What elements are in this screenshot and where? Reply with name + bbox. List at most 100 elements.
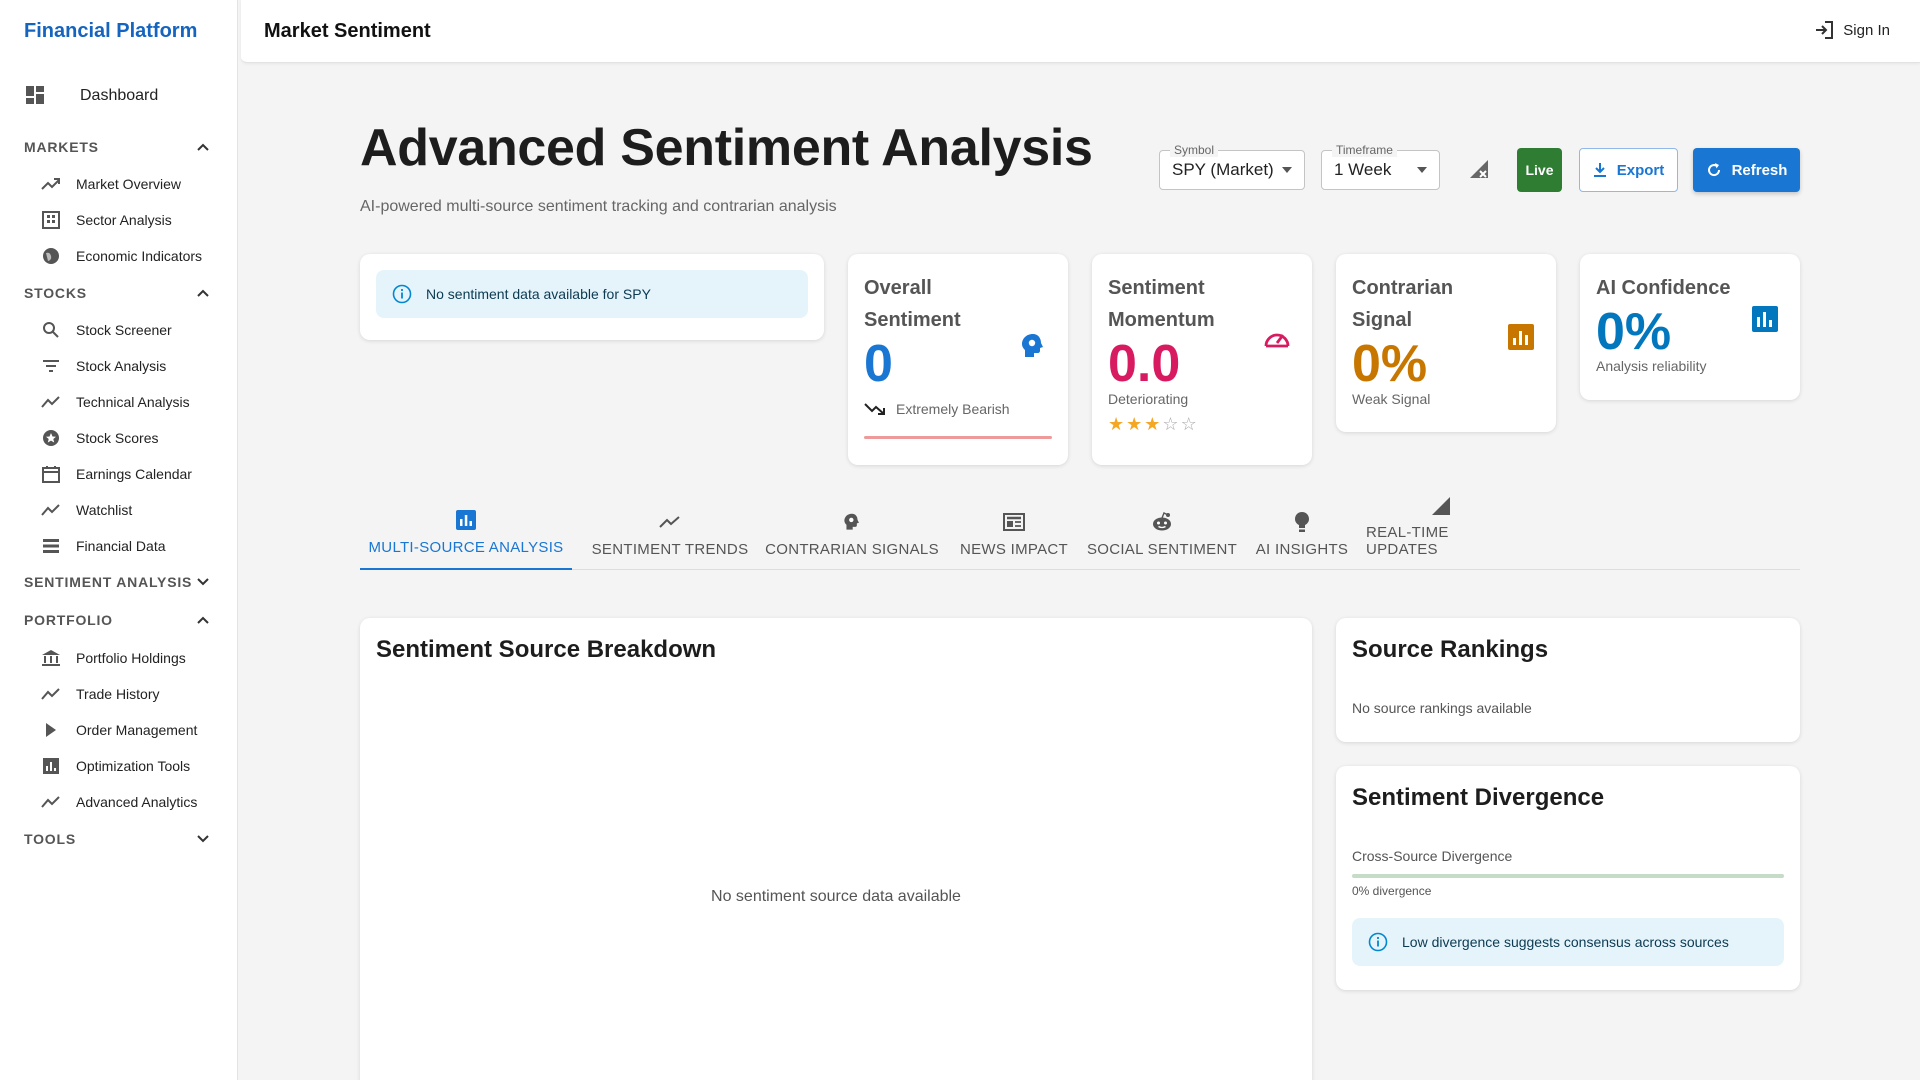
page-subtitle: AI-powered multi-source sentiment tracki… — [360, 198, 837, 215]
play-icon — [40, 719, 62, 741]
analysis-tabs: MULTI-SOURCE ANALYSIS SENTIMENT TRENDS C… — [360, 497, 1800, 570]
timeframe-select[interactable]: Timeframe 1 Week — [1321, 143, 1440, 190]
sidebar-item-label: Stock Screener — [76, 322, 172, 338]
bar-chart-icon — [40, 755, 62, 777]
sentiment-divergence-panel: Sentiment Divergence Cross-Source Diverg… — [1336, 766, 1800, 990]
symbol-select-value: SPY (Market) — [1172, 160, 1274, 179]
section-markets[interactable]: MARKETS — [24, 135, 212, 159]
chevron-down-icon — [194, 573, 212, 591]
sidebar-item-label: Stock Scores — [76, 430, 159, 446]
download-icon — [1593, 162, 1607, 178]
sidebar-item-order-management[interactable]: Order Management — [40, 717, 197, 743]
ai-confidence-card: AI Confidence 0% Analysis reliability — [1580, 254, 1800, 400]
newspaper-icon — [1003, 511, 1025, 533]
sidebar-item-technical-analysis[interactable]: Technical Analysis — [40, 389, 190, 415]
signal-off-button[interactable] — [1466, 158, 1492, 184]
sidebar-item-label: Stock Analysis — [76, 358, 167, 374]
chevron-down-icon — [194, 830, 212, 848]
show-chart-icon — [659, 511, 681, 533]
star-filled-icon: ★ — [1126, 414, 1143, 434]
rating-stars: ★ ★ ★ ☆ ☆ — [1108, 414, 1197, 435]
sidebar-item-advanced-analytics[interactable]: Advanced Analytics — [40, 789, 197, 815]
lightbulb-icon — [1291, 511, 1313, 533]
sidebar-item-label: Dashboard — [80, 87, 159, 104]
assessment-icon — [1508, 324, 1534, 350]
sidebar-item-financial-data[interactable]: Financial Data — [40, 533, 166, 559]
tab-social-sentiment[interactable]: SOCIAL SENTIMENT — [1086, 500, 1238, 570]
metric-sub-text: Weak Signal — [1352, 391, 1431, 407]
sidebar-item-optimization-tools[interactable]: Optimization Tools — [40, 753, 190, 779]
star-filled-icon: ★ — [1108, 414, 1125, 434]
symbol-select-label: Symbol — [1170, 143, 1219, 157]
no-data-alert-card: No sentiment data available for SPY — [360, 254, 824, 340]
sentiment-bar — [864, 436, 1052, 439]
sidebar-item-stock-analysis[interactable]: Stock Analysis — [40, 353, 166, 379]
tab-real-time-updates[interactable]: REAL-TIME UPDATES — [1366, 497, 1516, 570]
psychology-icon — [841, 511, 863, 533]
tab-ai-insights[interactable]: AI INSIGHTS — [1248, 500, 1356, 570]
tab-label: SOCIAL SENTIMENT — [1086, 541, 1238, 558]
sidebar-item-dashboard[interactable]: Dashboard — [24, 82, 158, 110]
brand-logo[interactable]: Financial Platform — [24, 20, 197, 43]
sidebar-item-stock-screener[interactable]: Stock Screener — [40, 317, 172, 343]
top-bar: Market Sentiment Sign In — [241, 0, 1920, 63]
overall-sentiment-card: Overall Sentiment 0 Extremely Bearish — [848, 254, 1068, 465]
section-portfolio[interactable]: PORTFOLIO — [24, 608, 212, 632]
sidebar-item-label: Watchlist — [76, 502, 133, 518]
export-button[interactable]: Export — [1579, 148, 1678, 192]
section-label: SENTIMENT ANALYSIS — [24, 574, 193, 590]
refresh-button[interactable]: Refresh — [1693, 148, 1800, 192]
sidebar-item-label: Financial Data — [76, 538, 166, 554]
signal-cellular-icon — [1430, 496, 1452, 516]
section-stocks[interactable]: STOCKS — [24, 281, 212, 305]
tab-label: REAL-TIME UPDATES — [1366, 524, 1449, 558]
info-alert: No sentiment data available for SPY — [376, 270, 808, 318]
login-icon — [1815, 20, 1835, 40]
page-heading: Market Sentiment — [264, 20, 431, 42]
trending-icon — [40, 499, 62, 521]
globe-icon — [40, 245, 62, 267]
sidebar-item-market-overview[interactable]: Market Overview — [40, 171, 181, 197]
sidebar-item-economic-indicators[interactable]: Economic Indicators — [40, 243, 202, 269]
tab-sentiment-trends[interactable]: SENTIMENT TRENDS — [588, 500, 752, 570]
sidebar-item-label: Order Management — [76, 722, 198, 738]
sidebar-item-portfolio-holdings[interactable]: Portfolio Holdings — [40, 645, 186, 671]
tab-label: NEWS IMPACT — [959, 541, 1069, 558]
tab-contrarian-signals[interactable]: CONTRARIAN SIGNALS — [762, 500, 942, 570]
sign-in-label: Sign In — [1843, 21, 1890, 39]
section-label: STOCKS — [24, 285, 87, 301]
sentiment-momentum-card: Sentiment Momentum 0.0 Deteriorating ★ ★ ★… — [1092, 254, 1312, 465]
section-sentiment-analysis[interactable]: SENTIMENT ANALYSIS — [24, 570, 212, 594]
page-title: Advanced Sentiment Analysis — [360, 119, 1093, 177]
live-toggle-button[interactable]: Live — [1517, 148, 1562, 192]
sidebar-item-label: Trade History — [76, 686, 160, 702]
section-tools[interactable]: TOOLS — [24, 827, 212, 851]
chevron-up-icon — [194, 138, 212, 156]
sidebar-item-label: Technical Analysis — [76, 394, 190, 410]
metric-sub-text: Extremely Bearish — [896, 401, 1010, 417]
tab-multi-source-analysis[interactable]: MULTI-SOURCE ANALYSIS — [360, 500, 572, 570]
symbol-select[interactable]: Symbol SPY (Market) — [1159, 143, 1305, 190]
refresh-label: Refresh — [1731, 161, 1788, 179]
metric-value: 0% — [1596, 303, 1672, 361]
sidebar-item-trade-history[interactable]: Trade History — [40, 681, 160, 707]
sentiment-source-breakdown-panel: Sentiment Source Breakdown No sentiment … — [360, 618, 1312, 1080]
sidebar-item-earnings-calendar[interactable]: Earnings Calendar — [40, 461, 192, 487]
metric-value: 0% — [1352, 335, 1428, 393]
timeframe-select-label: Timeframe — [1332, 143, 1397, 157]
star-filled-icon: ★ — [1144, 414, 1161, 434]
sign-in-button[interactable]: Sign In — [1815, 20, 1890, 40]
sidebar-item-watchlist[interactable]: Watchlist — [40, 497, 132, 523]
sidebar-item-label: Earnings Calendar — [76, 466, 192, 482]
tab-news-impact[interactable]: NEWS IMPACT — [952, 500, 1076, 570]
tab-label: AI INSIGHTS — [1255, 541, 1349, 558]
sidebar-item-sector-analysis[interactable]: Sector Analysis — [40, 207, 172, 233]
divergence-metric-label: Cross-Source Divergence — [1352, 848, 1513, 864]
sidebar-item-stock-scores[interactable]: Stock Scores — [40, 425, 158, 451]
sidebar-item-label: Portfolio Holdings — [76, 650, 186, 666]
info-icon — [1368, 931, 1390, 953]
analytics-icon — [40, 791, 62, 813]
building-icon — [40, 209, 62, 231]
star-empty-icon: ☆ — [1162, 414, 1179, 434]
signal-off-icon — [1468, 158, 1490, 185]
